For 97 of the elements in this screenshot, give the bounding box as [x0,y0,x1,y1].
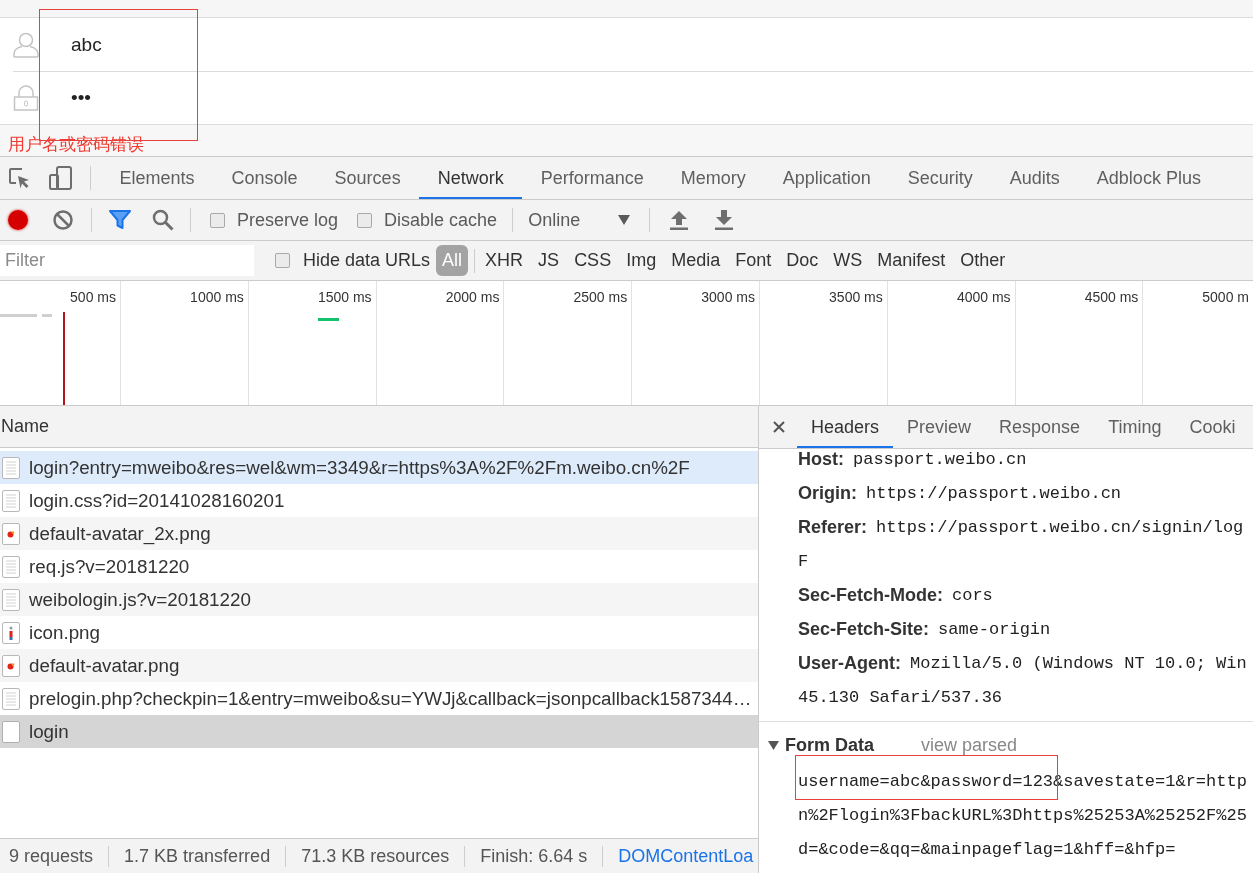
image-icon [2,654,20,677]
detail-tab[interactable]: Timing [1094,406,1176,448]
type-filter[interactable]: CSS [568,245,618,276]
filter-field[interactable]: Filter [0,245,254,276]
detail-tab[interactable]: Response [985,406,1095,448]
image-icon [2,522,20,545]
time-tick-label: 1000 ms [190,289,244,305]
download-icon[interactable] [714,210,735,230]
header-value: 45.130 Safari/537.36 [798,687,1003,707]
status-text: 71.3 KB resources [285,845,465,867]
type-filter[interactable]: XHR [479,245,530,276]
type-filter[interactable]: Other [954,245,1012,276]
panel-tab[interactable]: Console [213,157,317,199]
panel-tab[interactable]: Application [764,157,890,199]
column-header[interactable]: Name [1,416,49,437]
checkbox[interactable] [275,253,290,268]
lock-icon [13,85,39,111]
checkbox[interactable] [210,212,225,228]
password-field[interactable]: ••• [71,83,631,113]
request-bar [318,318,339,321]
upload-icon[interactable] [669,210,690,230]
header-value: same-origin [938,619,1051,639]
type-filter[interactable]: Font [729,245,778,276]
document-icon [2,456,20,479]
panel-tab[interactable]: Security [889,157,992,199]
panel-tab[interactable]: Memory [662,157,765,199]
section-title: Form Data [785,734,874,756]
header-name: Host: [798,449,844,469]
form-data-line: d=&code=&qq=&mainpageflag=1&hff=&hfp= [798,839,1176,859]
document-icon [2,489,20,512]
user-icon [13,31,39,58]
time-tick-label: 2500 ms [573,289,628,305]
blank-page-icon [2,720,20,743]
header-name: Referer: [798,517,868,537]
header-value: https://passport.weibo.cn/signin/log [876,517,1244,537]
status-text: 9 requests [9,845,95,867]
request-row[interactable]: default-avatar.png [0,649,758,682]
close-icon[interactable] [773,421,785,433]
inspect-icon[interactable] [8,167,30,189]
time-tick-label: 500 ms [70,289,116,305]
detail-tab[interactable]: Cooki [1175,406,1250,448]
time-tick-label: 3500 ms [829,289,883,305]
status-text: 1.7 KB transferred [108,845,286,867]
request-row[interactable]: login [0,715,758,748]
panel-tab[interactable]: Network [419,157,523,199]
request-bar [42,314,52,317]
disclosure-triangle-icon[interactable] [768,740,779,750]
request-row[interactable]: login?entry=mweibo&res=wel&wm=3349&r=https%3A%2F%2Fm.weibo.cn%2F [0,451,758,484]
caret-down-icon [618,215,631,225]
detail-tab[interactable]: Headers [797,406,894,448]
header-value: F [798,551,809,571]
type-filter[interactable]: Media [665,245,727,276]
filter-icon[interactable] [109,210,131,230]
type-filter[interactable]: JS [532,245,566,276]
document-icon [2,555,20,578]
header-name: Sec-Fetch-Site: [798,619,930,639]
record-button[interactable] [8,210,28,230]
document-icon [2,588,20,611]
type-filter[interactable]: WS [827,245,869,276]
type-filter[interactable]: Img [620,245,663,276]
username-field[interactable]: abc [71,29,631,60]
throttling-dropdown[interactable]: Online [528,209,631,231]
search-icon[interactable] [152,209,174,231]
status-text: Finish: 6.64 s [464,845,603,867]
image-icon [2,621,20,644]
document-icon [2,687,20,710]
view-parsed-link[interactable]: view parsed [921,734,1018,756]
header-name: Sec-Fetch-Mode: [798,585,943,605]
time-tick-label: 5000 m [1202,289,1249,305]
header-value: Mozilla/5.0 (Windows NT 10.0; Win [910,653,1247,673]
time-tick-label: 2000 ms [445,289,500,305]
panel-tab[interactable]: Adblock Plus [1078,157,1220,199]
checkbox-label[interactable]: Preserve log [237,209,339,231]
form-data-line: n%2Flogin%3FbackURL%3Dhttps%25253A%25252F%25 [798,805,1247,825]
header-value: cors [952,585,993,605]
time-tick-label: 4000 ms [956,289,1011,305]
detail-tab[interactable]: Preview [893,406,986,448]
request-row[interactable]: weibologin.js?v=20181220 [0,583,758,616]
checkbox-label[interactable]: Disable cache [384,209,498,231]
clear-icon[interactable] [53,210,73,230]
header-name: User-Agent: [798,653,901,673]
header-value: https://passport.weibo.cn [866,483,1122,503]
panel-tab[interactable]: Elements [101,157,214,199]
type-filter[interactable]: Doc [780,245,825,276]
time-tick-label: 4500 ms [1084,289,1139,305]
header-name: Origin: [798,483,857,503]
header-value: passport.weibo.cn [853,449,1027,469]
checkbox-label[interactable]: Hide data URLs [303,250,431,271]
panel-tab[interactable]: Audits [991,157,1079,199]
type-filter[interactable]: Manifest [871,245,952,276]
device-toggle-icon[interactable] [49,166,72,190]
panel-tab[interactable]: Performance [522,157,663,199]
time-tick-label: 3000 ms [701,289,755,305]
panel-tab[interactable]: Sources [316,157,420,199]
time-tick-label: 1500 ms [317,289,372,305]
request-row[interactable]: default-avatar_2x.png [0,517,758,550]
checkbox[interactable] [357,212,373,228]
